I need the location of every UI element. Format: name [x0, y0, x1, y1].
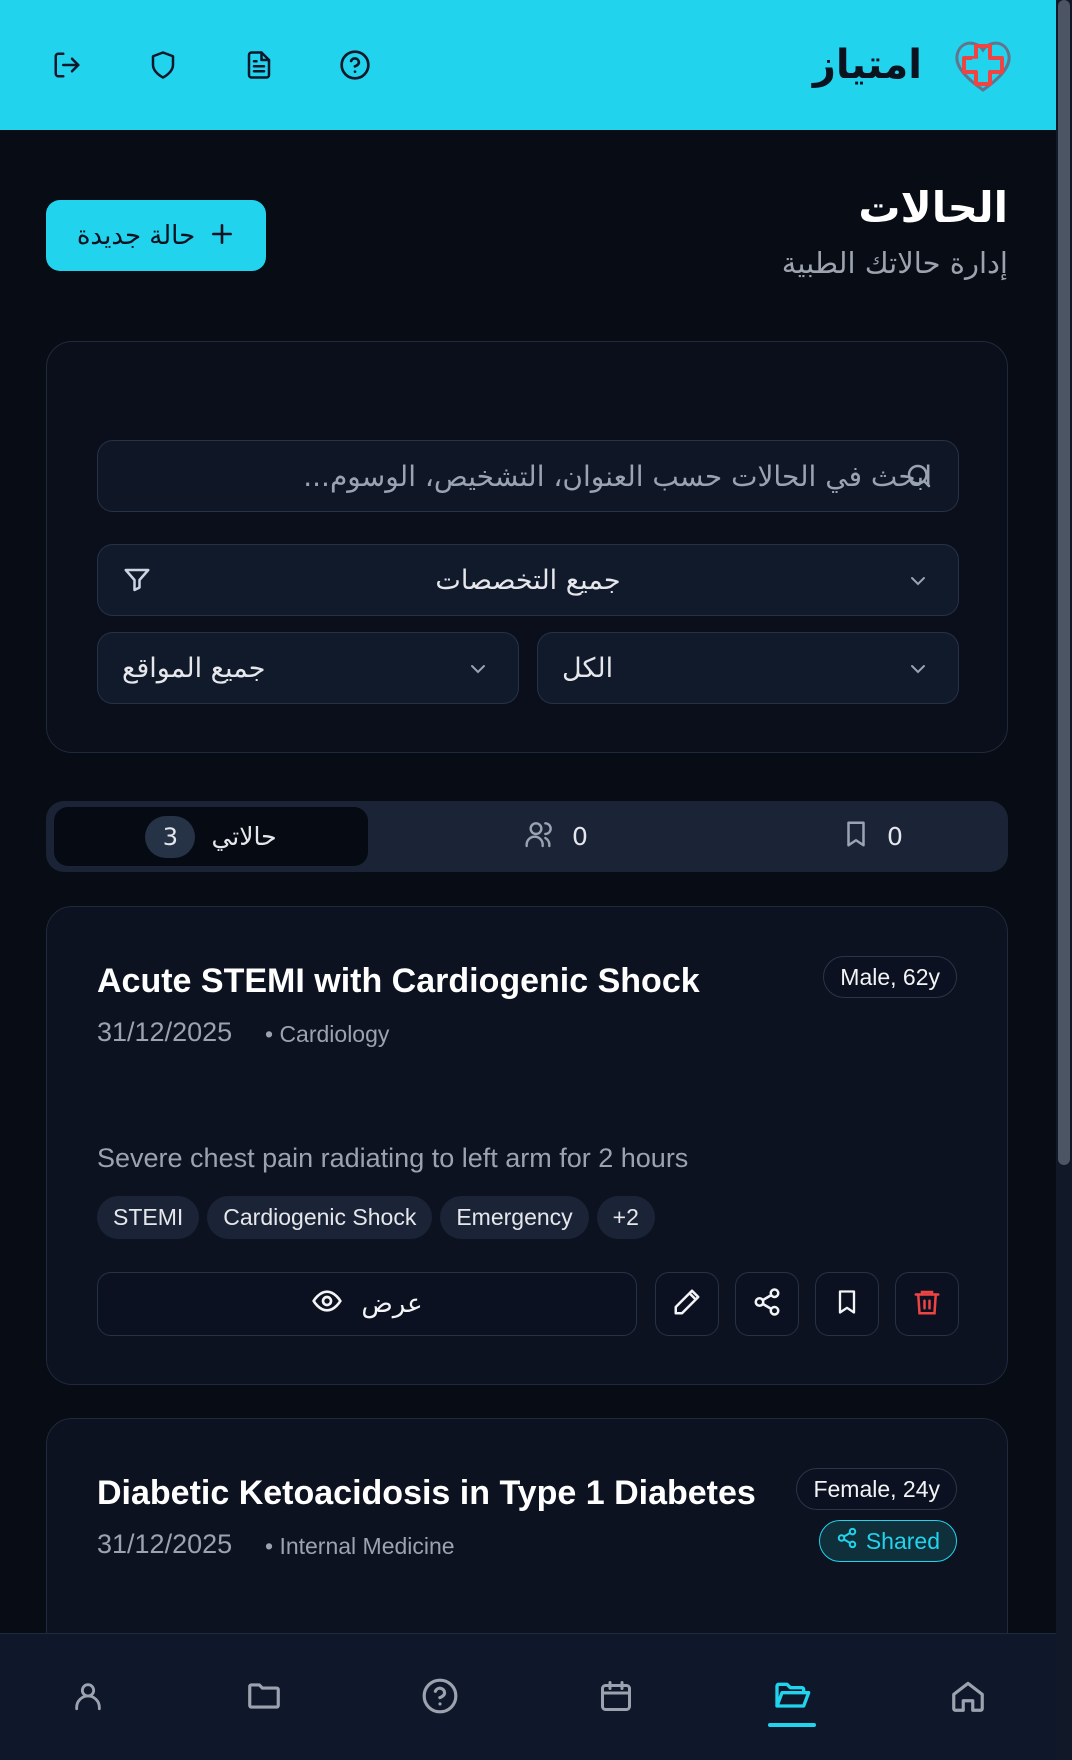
location-select[interactable]: جميع المواقع	[97, 632, 519, 704]
nav-home[interactable]	[880, 1634, 1056, 1760]
shield-icon[interactable]	[140, 42, 186, 88]
share-icon	[752, 1287, 782, 1321]
view-case-button[interactable]: عرض	[97, 1272, 637, 1336]
case-date: 31/12/2025	[97, 1017, 233, 1047]
location-value: جميع المواقع	[122, 652, 266, 684]
status-value: الكل	[562, 652, 614, 684]
bookmark-button[interactable]	[815, 1272, 879, 1336]
scrollbar[interactable]	[1056, 0, 1072, 1760]
saved-cases-count: 0	[887, 822, 903, 851]
bookmark-icon	[841, 819, 871, 855]
filter-icon	[122, 565, 152, 602]
case-specialty: • Cardiology	[265, 1021, 390, 1047]
trash-icon	[912, 1287, 942, 1321]
logout-icon[interactable]	[44, 42, 90, 88]
chevron-down-icon	[906, 569, 930, 600]
nav-help[interactable]	[352, 1634, 528, 1760]
tag-list: STEMI Cardiogenic Shock Emergency +2	[97, 1196, 655, 1239]
search-placeholder: ابحث في الحالات حسب العنوان، التشخيص، ال…	[303, 459, 932, 493]
tag[interactable]: Cardiogenic Shock	[207, 1196, 433, 1239]
shared-badge: Shared	[818, 1520, 957, 1562]
header-actions	[44, 42, 378, 88]
page-subtitle: إدارة حالاتك الطبية	[781, 246, 1008, 280]
folder-open-icon	[772, 1676, 812, 1720]
tag[interactable]: Emergency	[440, 1196, 589, 1239]
case-tabs: 3 حالاتي 0 0	[46, 801, 1008, 872]
filter-card: ابحث في الحالات حسب العنوان، التشخيص، ال…	[46, 341, 1008, 753]
brand-name: امتياز	[812, 42, 922, 88]
nav-cases[interactable]	[704, 1634, 880, 1760]
home-icon	[949, 1677, 987, 1719]
case-title: Acute STEMI with Cardiogenic Shock	[97, 962, 700, 1000]
shared-label: Shared	[865, 1527, 940, 1554]
search-input[interactable]: ابحث في الحالات حسب العنوان، التشخيص، ال…	[97, 440, 959, 512]
app-frame: امتياز الحالات إدارة حالاتك الطبية حالة …	[0, 0, 1072, 1760]
patient-demographics-badge: Male, 62y	[823, 956, 957, 998]
share-icon	[836, 1527, 858, 1555]
users-icon	[524, 818, 556, 856]
folder-icon	[245, 1677, 283, 1719]
case-title: Diabetic Ketoacidosis in Type 1 Diabetes	[97, 1474, 756, 1512]
scrollbar-thumb[interactable]	[1058, 0, 1070, 1165]
nav-calendar[interactable]	[528, 1634, 704, 1760]
case-description: Severe chest pain radiating to left arm …	[97, 1143, 689, 1173]
specialty-select[interactable]: جميع التخصصات	[97, 544, 959, 616]
tab-my-cases[interactable]: 3 حالاتي	[54, 807, 368, 866]
tab-saved-cases[interactable]: 0	[792, 807, 952, 866]
more-tags[interactable]: +2	[596, 1196, 655, 1239]
case-card[interactable]: Acute STEMI with Cardiogenic Shock 31/12…	[46, 906, 1008, 1385]
delete-button[interactable]	[895, 1272, 959, 1336]
profile-icon	[71, 1679, 105, 1717]
chevron-down-icon	[906, 657, 930, 688]
document-icon[interactable]	[236, 42, 282, 88]
nav-folder[interactable]	[176, 1634, 352, 1760]
eye-icon	[311, 1285, 343, 1324]
pencil-icon	[672, 1287, 702, 1321]
active-indicator	[768, 1723, 816, 1727]
case-specialty: • Internal Medicine	[265, 1533, 455, 1559]
page-title: الحالات	[858, 183, 1008, 232]
tab-shared-cases[interactable]: 0	[476, 807, 636, 866]
brand-logo-icon	[950, 32, 1016, 98]
plus-icon	[209, 220, 235, 252]
search-icon	[904, 461, 934, 495]
share-button[interactable]	[735, 1272, 799, 1336]
status-select[interactable]: الكل	[537, 632, 959, 704]
shared-cases-count: 0	[572, 822, 588, 851]
new-case-button[interactable]: حالة جديدة	[46, 200, 266, 271]
view-label: عرض	[361, 1289, 423, 1319]
specialty-value: جميع التخصصات	[435, 564, 621, 596]
chevron-down-icon	[466, 657, 490, 688]
tag[interactable]: STEMI	[97, 1196, 200, 1239]
calendar-icon	[598, 1678, 634, 1718]
help-icon[interactable]	[332, 42, 378, 88]
help-icon	[421, 1677, 459, 1719]
top-header: امتياز	[0, 0, 1056, 130]
bottom-nav	[0, 1633, 1056, 1760]
brand[interactable]: امتياز	[813, 32, 1016, 98]
nav-profile[interactable]	[0, 1634, 176, 1760]
edit-button[interactable]	[655, 1272, 719, 1336]
patient-demographics-badge: Female, 24y	[796, 1468, 957, 1510]
my-cases-label: حالاتي	[211, 822, 277, 851]
my-cases-count: 3	[145, 815, 196, 858]
new-case-label: حالة جديدة	[76, 220, 196, 251]
case-date: 31/12/2025	[97, 1529, 233, 1559]
bookmark-icon	[833, 1288, 861, 1320]
